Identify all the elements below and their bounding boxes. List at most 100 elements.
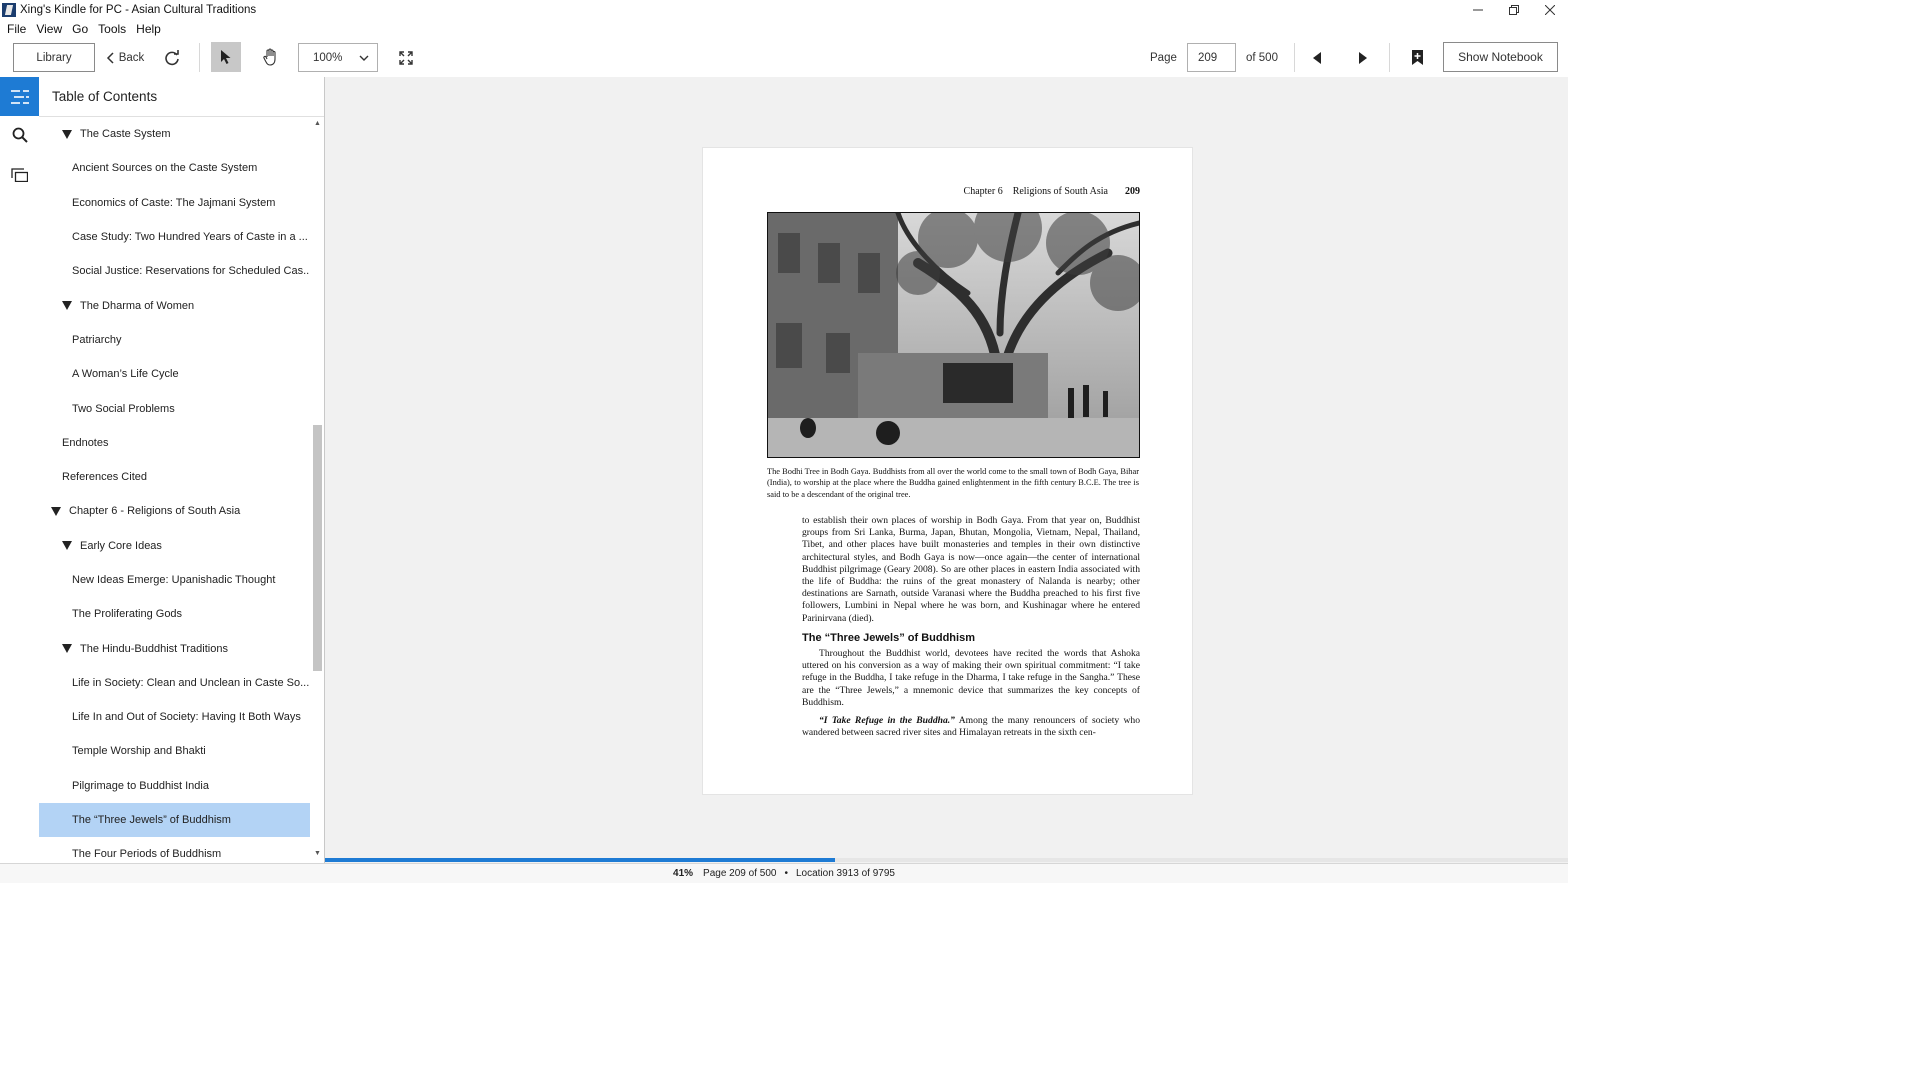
hand-icon bbox=[263, 48, 276, 66]
toc-item-label: Chapter 6 - Religions of South Asia bbox=[69, 505, 241, 518]
toc-item[interactable]: Early Core Ideas bbox=[39, 529, 310, 563]
toc-item[interactable]: Pilgrimage to Buddhist India bbox=[39, 769, 310, 803]
chapter-title: Chapter 6 Religions of South Asia bbox=[963, 186, 1108, 197]
toc-item-label: The Four Periods of Buddhism bbox=[72, 848, 222, 861]
toc-item-label: Ancient Sources on the Caste System bbox=[72, 162, 258, 175]
section-heading: The “Three Jewels” of Buddhism bbox=[802, 631, 975, 644]
toc-item-label: Life In and Out of Society: Having It Bo… bbox=[72, 711, 301, 724]
photo-caption: The Bodhi Tree in Bodh Gaya. Buddhists f… bbox=[767, 467, 1139, 499]
next-page-button[interactable] bbox=[1350, 43, 1374, 72]
paragraph: Throughout the Buddhist world, devotees … bbox=[802, 648, 1140, 708]
toc-item[interactable]: The Four Periods of Buddhism bbox=[39, 837, 310, 863]
back-button[interactable]: Back bbox=[104, 43, 146, 72]
bookmark-add-icon bbox=[1411, 50, 1423, 65]
toc-item[interactable]: Case Study: Two Hundred Years of Caste i… bbox=[39, 220, 310, 254]
toolbar: Library Back 100% Page 209 of 500 Show N… bbox=[0, 38, 1568, 78]
scroll-down-icon[interactable]: ▼ bbox=[313, 849, 322, 859]
select-tool-button[interactable] bbox=[211, 42, 241, 72]
toc-item[interactable]: Endnotes bbox=[39, 426, 310, 460]
toc-item-label: Economics of Caste: The Jajmani System bbox=[72, 196, 276, 209]
menu-file[interactable]: File bbox=[7, 22, 26, 36]
expand-triangle-icon[interactable] bbox=[62, 541, 72, 551]
zoom-value: 100% bbox=[313, 51, 343, 64]
toc-item[interactable]: References Cited bbox=[39, 460, 310, 494]
toc-item[interactable]: Social Justice: Reservations for Schedul… bbox=[39, 254, 310, 288]
toolbar-divider bbox=[199, 43, 200, 72]
page-total-label: of 500 bbox=[1246, 51, 1278, 64]
toc-item-label: New Ideas Emerge: Upanishadic Thought bbox=[72, 574, 276, 586]
toc-item[interactable]: The Caste System bbox=[39, 117, 310, 151]
fullscreen-button[interactable] bbox=[393, 43, 419, 72]
paragraph: to establish their own places of worship… bbox=[802, 515, 1140, 624]
toc-item[interactable]: Economics of Caste: The Jajmani System bbox=[39, 186, 310, 220]
expand-triangle-icon[interactable] bbox=[62, 129, 72, 139]
toc-item[interactable]: Life In and Out of Society: Having It Bo… bbox=[39, 700, 310, 734]
status-page: Page 209 of 500 bbox=[703, 868, 777, 879]
toc-item[interactable]: A Woman’s Life Cycle bbox=[39, 357, 310, 391]
zoom-select[interactable]: 100% bbox=[298, 43, 378, 72]
previous-page-button[interactable] bbox=[1305, 43, 1329, 72]
menu-bar: File View Go Tools Help bbox=[0, 19, 1568, 38]
toc-item[interactable]: Life in Society: Clean and Unclean in Ca… bbox=[39, 666, 310, 700]
sync-icon bbox=[165, 49, 179, 65]
triangle-left-icon bbox=[1312, 51, 1321, 64]
menu-tools[interactable]: Tools bbox=[98, 22, 126, 36]
flashcards-icon bbox=[11, 167, 28, 182]
subheading-lead: “I Take Refuge in the Buddha.” bbox=[819, 715, 955, 727]
toc-item[interactable]: New Ideas Emerge: Upanishadic Thought bbox=[39, 563, 310, 597]
toc-item-label: The Dharma of Women bbox=[80, 299, 195, 312]
page-number-input[interactable]: 209 bbox=[1187, 43, 1236, 72]
window-title: Xing's Kindle for PC - Asian Cultural Tr… bbox=[20, 3, 257, 16]
bookmark-button[interactable] bbox=[1406, 43, 1428, 72]
toc-item-label: The Caste System bbox=[80, 128, 171, 141]
toc-item-label: Life in Society: Clean and Unclean in Ca… bbox=[72, 676, 310, 689]
sync-button[interactable] bbox=[158, 43, 186, 72]
table-of-contents-tab[interactable] bbox=[0, 77, 39, 116]
table-of-contents-panel: Table of Contents The Caste System Ancien… bbox=[39, 77, 325, 863]
minimize-icon[interactable] bbox=[1460, 0, 1496, 19]
toolbar-divider bbox=[1294, 43, 1295, 72]
expand-triangle-icon[interactable] bbox=[62, 301, 72, 311]
toc-item[interactable]: The Proliferating Gods bbox=[39, 597, 310, 631]
show-notebook-button[interactable]: Show Notebook bbox=[1443, 42, 1558, 72]
chevron-down-icon bbox=[359, 55, 369, 61]
reading-progress-bar[interactable] bbox=[325, 858, 1568, 862]
toc-item-label: Temple Worship and Bhakti bbox=[72, 745, 206, 758]
toc-item-label: A Woman’s Life Cycle bbox=[72, 368, 179, 381]
toc-item[interactable]: The Dharma of Women bbox=[39, 288, 310, 322]
library-button[interactable]: Library bbox=[13, 43, 95, 72]
toc-item[interactable]: Ancient Sources on the Caste System bbox=[39, 151, 310, 185]
scrollbar-thumb[interactable] bbox=[313, 425, 322, 671]
expand-triangle-icon[interactable] bbox=[51, 506, 61, 516]
menu-view[interactable]: View bbox=[36, 22, 62, 36]
maximize-icon[interactable] bbox=[1496, 0, 1532, 19]
toc-item-label: Patriarchy bbox=[72, 333, 122, 346]
toc-item[interactable]: Temple Worship and Bhakti bbox=[39, 734, 310, 768]
toc-item[interactable]: Two Social Problems bbox=[39, 391, 310, 425]
hand-tool-button[interactable] bbox=[256, 42, 286, 72]
toc-item-label: The Proliferating Gods bbox=[72, 608, 183, 621]
toc-item-label: Two Social Problems bbox=[72, 402, 175, 415]
toc-item[interactable]: The “Three Jewels” of Buddhism bbox=[39, 802, 310, 838]
reading-progress-fill bbox=[325, 858, 835, 862]
toc-item[interactable]: Chapter 6 - Religions of South Asia bbox=[39, 494, 310, 528]
toc-item-label: Social Justice: Reservations for Schedul… bbox=[72, 265, 310, 278]
toc-item[interactable]: Patriarchy bbox=[39, 323, 310, 357]
toc-item-label: References Cited bbox=[62, 471, 147, 484]
title-bar: Xing's Kindle for PC - Asian Cultural Tr… bbox=[0, 0, 1568, 19]
menu-go[interactable]: Go bbox=[72, 22, 88, 36]
expand-triangle-icon[interactable] bbox=[62, 644, 72, 654]
flashcards-tab[interactable] bbox=[0, 155, 39, 194]
book-page: Chapter 6 Religions of South Asia 209 Th… bbox=[702, 147, 1193, 795]
scroll-up-icon[interactable]: ▲ bbox=[313, 119, 322, 129]
menu-help[interactable]: Help bbox=[136, 22, 161, 36]
toc-item[interactable]: The Hindu-Buddhist Traditions bbox=[39, 631, 310, 665]
page-body: to establish their own places of worship… bbox=[802, 515, 1140, 739]
paragraph: “I Take Refuge in the Buddha.” Among the… bbox=[802, 715, 1140, 739]
search-tab[interactable] bbox=[0, 115, 39, 154]
toc-list-icon bbox=[10, 89, 29, 104]
toc-scrollbar[interactable]: ▲ ▼ bbox=[311, 117, 324, 863]
toc-item-label: Early Core Ideas bbox=[80, 539, 162, 552]
close-icon[interactable] bbox=[1532, 0, 1568, 19]
reading-pane[interactable]: Chapter 6 Religions of South Asia 209 Th… bbox=[325, 77, 1568, 863]
